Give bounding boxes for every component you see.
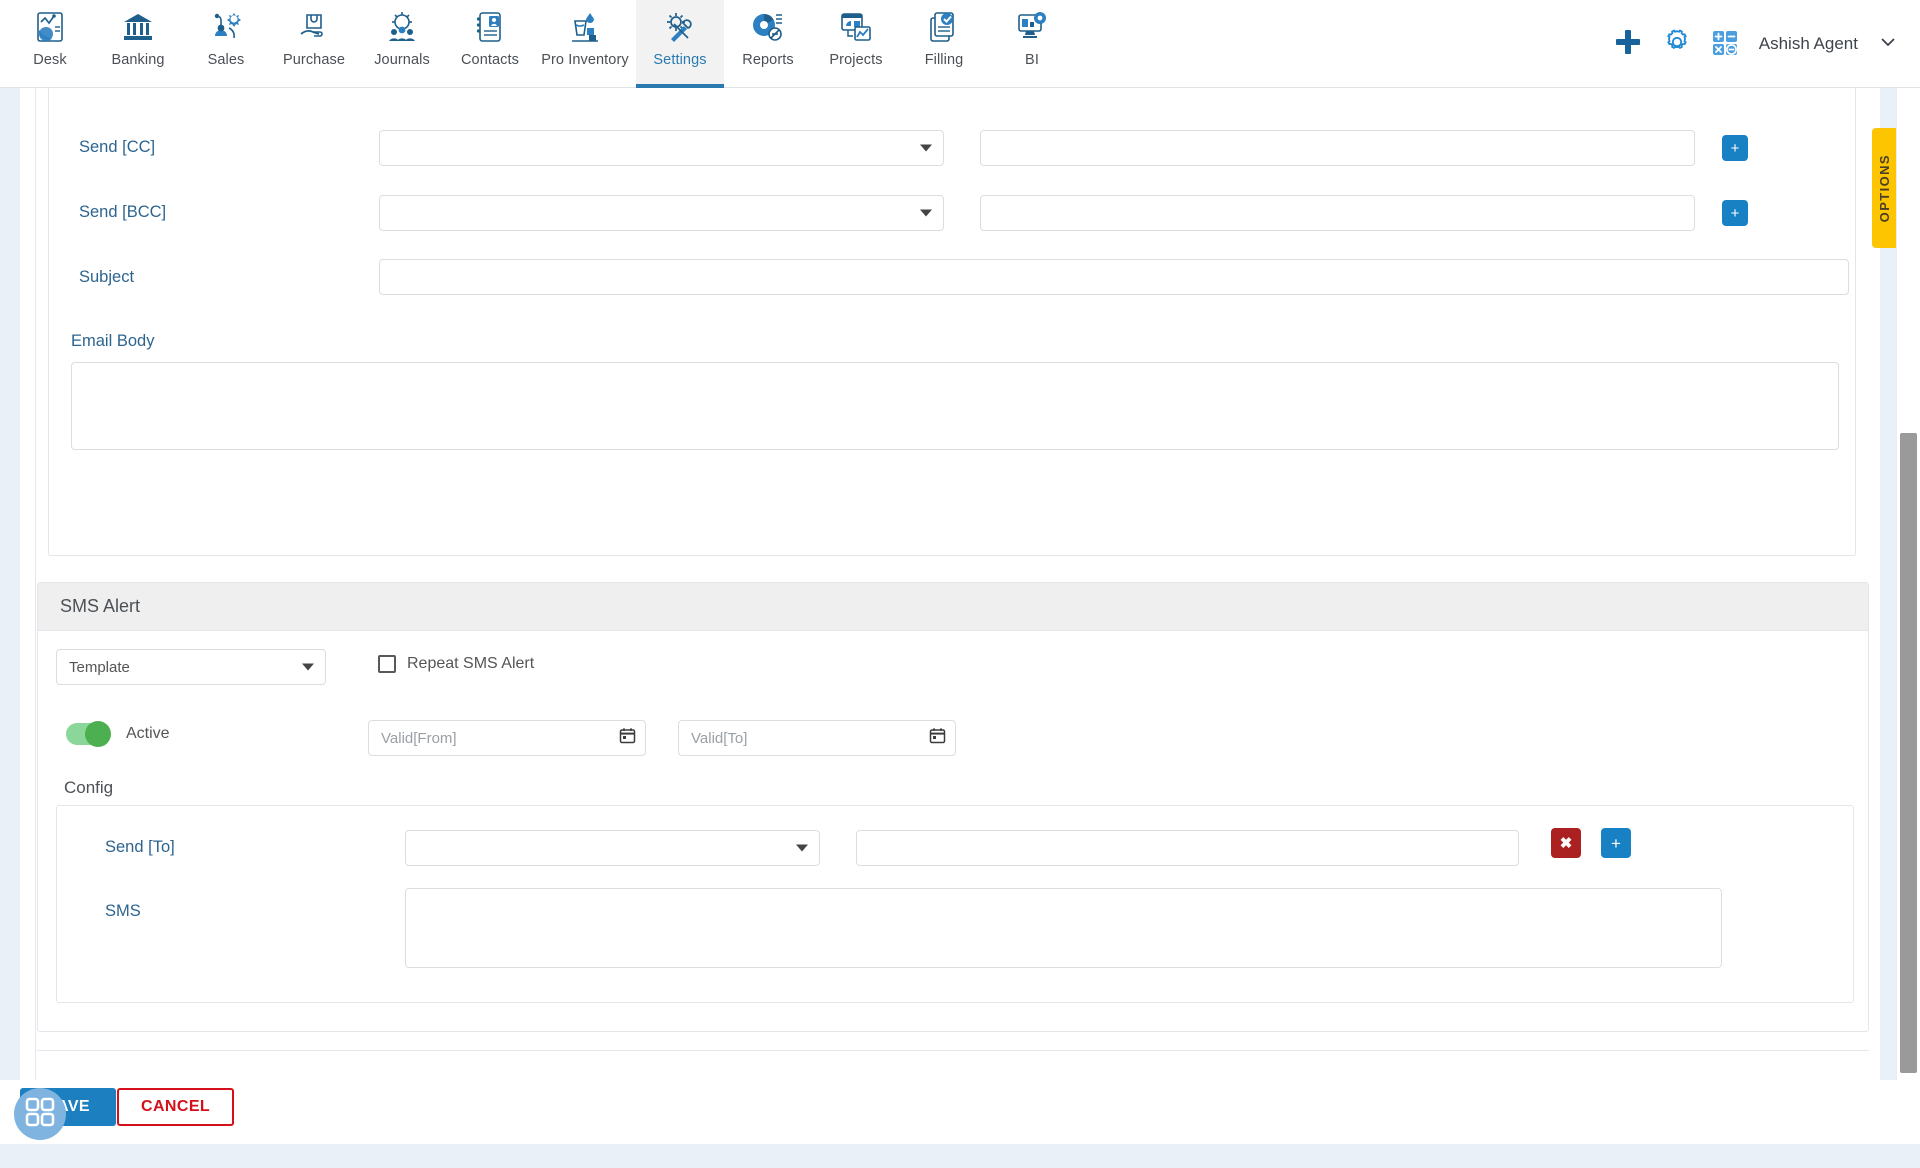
nav-item-filling[interactable]: Filling (900, 0, 988, 88)
nav-item-label: Settings (653, 52, 707, 68)
contacts-icon (473, 6, 507, 48)
left-rail-inner (20, 88, 36, 1080)
send-bcc-select[interactable] (379, 195, 944, 231)
repeat-sms-alert-checkbox[interactable] (378, 655, 396, 673)
vertical-scrollbar[interactable] (1896, 88, 1920, 1080)
config-sms-label: SMS (105, 902, 141, 920)
calculator-icon[interactable] (1711, 28, 1739, 61)
subject-label: Subject (79, 268, 135, 286)
footer-separator (37, 1050, 1869, 1051)
nav-item-label: Pro Inventory (541, 52, 629, 68)
repeat-sms-alert-checkbox-row[interactable]: Repeat SMS Alert (378, 655, 534, 673)
config-send-to-add-button[interactable]: + (1601, 828, 1631, 858)
config-send-to-label: Send [To] (105, 838, 175, 856)
bank-icon (121, 6, 155, 48)
options-tab-label: OPTIONS (1876, 153, 1892, 223)
nav-item-projects[interactable]: Projects (812, 0, 900, 88)
reports-icon (751, 6, 785, 48)
sms-alert-header: SMS Alert (38, 583, 1868, 631)
nav-item-banking[interactable]: Banking (94, 0, 182, 88)
sms-template-value: Template (69, 658, 130, 676)
settings-icon (663, 6, 697, 48)
email-body-label: Email Body (71, 332, 155, 350)
nav-items: Desk Banking Sales Purchase Journals Con… (0, 0, 1076, 88)
nav-item-bi[interactable]: BI (988, 0, 1076, 88)
user-name-label: Ashish Agent (1758, 34, 1858, 53)
nav-item-purchase[interactable]: Purchase (270, 0, 358, 88)
filling-icon (927, 6, 961, 48)
send-cc-label: Send [CC] (79, 138, 156, 156)
repeat-sms-alert-label: Repeat SMS Alert (407, 655, 535, 672)
nav-item-label: BI (1025, 52, 1039, 68)
config-title: Config (64, 778, 114, 797)
send-bcc-add-button[interactable]: + (1722, 200, 1748, 226)
sms-template-select[interactable]: Template (56, 649, 326, 685)
config-sms-textarea[interactable] (405, 888, 1722, 968)
bi-icon (1015, 6, 1049, 48)
chevron-down-icon (796, 844, 808, 852)
nav-item-desk[interactable]: Desk (6, 0, 94, 88)
nav-item-settings[interactable]: Settings (636, 0, 724, 88)
page-scroll-area: OPTIONS Send [CC] + Send [BCC] + Subject… (0, 36, 1920, 1168)
email-body-textarea[interactable] (71, 362, 1839, 450)
email-alert-card: Send [CC] + Send [BCC] + Subject Email B… (48, 36, 1856, 556)
nav-right-actions: Ashish Agent (1613, 0, 1920, 88)
nav-item-contacts[interactable]: Contacts (446, 0, 534, 88)
inventory-icon (568, 6, 602, 48)
nav-item-reports[interactable]: Reports (724, 0, 812, 88)
nav-item-label: Filling (924, 52, 964, 68)
nav-item-sales[interactable]: Sales (182, 0, 270, 88)
top-navigation-bar: Desk Banking Sales Purchase Journals Con… (0, 0, 1920, 88)
scrollbar-thumb[interactable] (1900, 433, 1917, 1073)
bottom-strip (0, 1144, 1920, 1168)
nav-item-label: Reports (742, 52, 794, 68)
send-cc-text-input[interactable] (980, 130, 1695, 166)
chevron-down-icon[interactable] (1878, 32, 1898, 57)
nav-item-pro-inventory[interactable]: Pro Inventory (534, 0, 636, 88)
active-toggle-knob (85, 721, 111, 747)
desk-icon (33, 6, 67, 48)
send-cc-add-button[interactable]: + (1722, 135, 1748, 161)
chevron-down-icon (920, 209, 932, 217)
nav-item-label: Sales (207, 52, 245, 68)
gear-icon[interactable] (1663, 28, 1691, 61)
apps-grid-fab[interactable] (14, 1088, 66, 1140)
nav-item-label: Projects (829, 52, 883, 68)
send-bcc-text-input[interactable] (980, 195, 1695, 231)
nav-item-journals[interactable]: Journals (358, 0, 446, 88)
nav-item-label: Journals (374, 52, 430, 68)
nav-item-label: Desk (33, 52, 67, 68)
sms-alert-title: SMS Alert (60, 596, 141, 616)
add-icon[interactable] (1613, 27, 1643, 62)
send-cc-select[interactable] (379, 130, 944, 166)
valid-to-input[interactable] (678, 720, 956, 756)
nav-item-label: Contacts (460, 52, 520, 68)
config-send-to-select[interactable] (405, 830, 820, 866)
config-send-to-delete-button[interactable]: ✖ (1551, 828, 1581, 858)
cancel-button[interactable]: CANCEL (117, 1088, 235, 1126)
valid-from-input[interactable] (368, 720, 646, 756)
sales-icon (209, 6, 243, 48)
config-box: Send [To] ✖ + SMS (56, 805, 1854, 1003)
purchase-icon (297, 6, 331, 48)
subject-input[interactable] (379, 259, 1849, 295)
send-bcc-label: Send [BCC] (79, 203, 167, 221)
sms-active-toggle-row[interactable]: Active (66, 721, 170, 747)
active-toggle-label: Active (126, 725, 170, 742)
valid-to-field[interactable] (678, 720, 956, 756)
chevron-down-icon (920, 144, 932, 152)
active-toggle[interactable] (66, 721, 111, 747)
left-rail (0, 88, 20, 1080)
nav-item-label: Purchase (282, 52, 346, 68)
config-send-to-text-input[interactable] (856, 830, 1519, 866)
options-tab[interactable]: OPTIONS (1872, 128, 1896, 248)
chevron-down-icon (302, 663, 314, 671)
apps-grid-icon (25, 1097, 55, 1132)
nav-item-label: Banking (111, 52, 165, 68)
journals-icon (385, 6, 419, 48)
sms-alert-card: SMS Alert Template Repeat SMS Alert Acti… (37, 582, 1869, 1032)
projects-icon (839, 6, 873, 48)
valid-from-field[interactable] (368, 720, 646, 756)
